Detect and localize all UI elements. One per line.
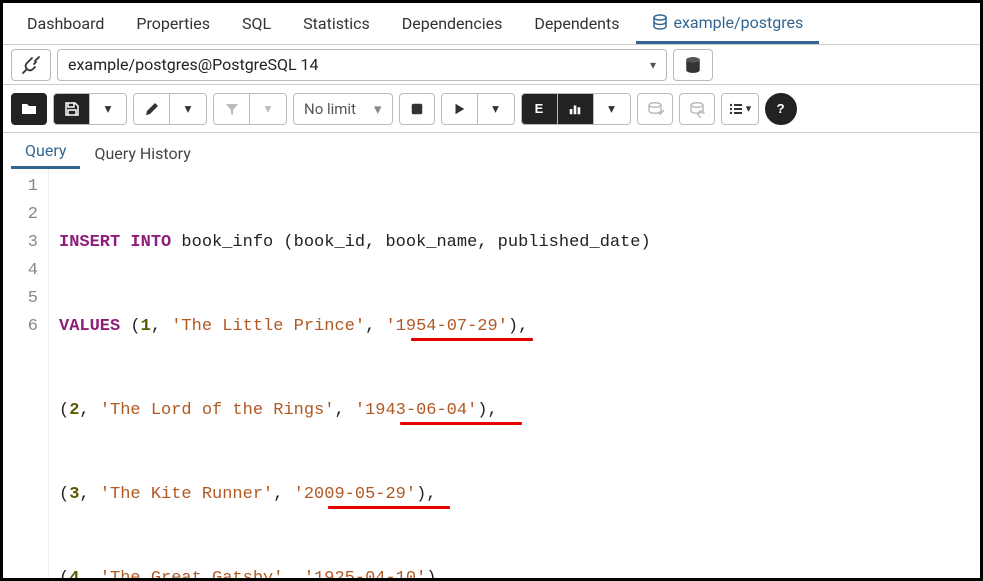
line-number: 1: [7, 173, 38, 201]
stop-icon: [410, 102, 424, 116]
code-line: VALUES (1, 'The Little Prince', '1954-07…: [59, 313, 651, 341]
connection-select[interactable]: example/postgres@PostgreSQL 14 ▾: [57, 49, 667, 81]
save-dropdown[interactable]: ▾: [90, 94, 126, 124]
execute-dropdown[interactable]: ▾: [478, 94, 514, 124]
explain-button[interactable]: E: [522, 94, 558, 124]
tab-query-tool-label: example/postgres: [674, 13, 804, 32]
line-gutter: 1 2 3 4 5 6: [3, 169, 49, 581]
macro-group: ▾: [721, 93, 759, 125]
database-icon: [684, 56, 702, 74]
bar-chart-icon: [568, 102, 582, 116]
plug-icon: [21, 55, 41, 75]
help-icon: ?: [776, 101, 784, 116]
play-icon: [452, 102, 466, 116]
edit-button[interactable]: [134, 94, 170, 124]
explain-dropdown[interactable]: ▾: [594, 94, 630, 124]
rollback-button[interactable]: [679, 93, 715, 125]
filter-icon: [224, 101, 240, 117]
chevron-down-icon: ▾: [746, 102, 752, 115]
top-tabs: Dashboard Properties SQL Statistics Depe…: [3, 3, 980, 45]
code-line: (3, 'The Kite Runner', '2009-05-29'),: [59, 481, 651, 509]
query-tabs: Query Query History: [3, 133, 980, 169]
commit-button[interactable]: [637, 93, 673, 125]
line-number: 2: [7, 201, 38, 229]
save-group: ▾: [53, 93, 127, 125]
connection-bar: example/postgres@PostgreSQL 14 ▾: [3, 45, 980, 85]
chevron-down-icon: ▾: [374, 100, 382, 118]
tab-dependents[interactable]: Dependents: [518, 3, 635, 44]
annotation-underline: [411, 338, 533, 341]
save-icon: [64, 101, 80, 117]
tab-dependencies[interactable]: Dependencies: [386, 3, 519, 44]
help-button[interactable]: ?: [765, 93, 797, 125]
annotation-underline: [328, 506, 450, 509]
stop-button[interactable]: [399, 93, 435, 125]
tab-sql[interactable]: SQL: [226, 3, 287, 44]
line-number: 4: [7, 257, 38, 285]
limit-select[interactable]: No limit ▾: [293, 93, 393, 125]
connection-status-button[interactable]: [11, 49, 51, 81]
tab-query-tool[interactable]: example/postgres: [636, 3, 820, 44]
code-line: INSERT INTO book_info (book_id, book_nam…: [59, 229, 651, 257]
tab-query[interactable]: Query: [11, 135, 80, 169]
sql-editor[interactable]: 1 2 3 4 5 6 INSERT INTO book_info (book_…: [3, 169, 980, 581]
line-number: 6: [7, 313, 38, 341]
explain-group: E ▾: [521, 93, 631, 125]
tab-dashboard[interactable]: Dashboard: [11, 3, 120, 44]
edit-dropdown[interactable]: ▾: [170, 94, 206, 124]
connection-label: example/postgres@PostgreSQL 14: [68, 55, 319, 74]
chevron-down-icon: ▾: [650, 58, 656, 72]
limit-label: No limit: [304, 100, 356, 118]
list-icon: [728, 101, 744, 117]
save-button[interactable]: [54, 94, 90, 124]
filter-group: ▾: [213, 93, 287, 125]
toolbar: ▾ ▾ ▾ No limit ▾: [3, 85, 980, 133]
database-icon: [652, 14, 668, 30]
filter-dropdown[interactable]: ▾: [250, 94, 286, 124]
open-file-button[interactable]: [11, 93, 47, 125]
letter-e-icon: E: [535, 101, 544, 116]
folder-icon: [21, 101, 37, 117]
chevron-down-icon: ▾: [105, 101, 112, 117]
app-frame: Dashboard Properties SQL Statistics Depe…: [0, 0, 983, 581]
chevron-down-icon: ▾: [265, 101, 272, 117]
chevron-down-icon: ▾: [492, 101, 499, 117]
execute-group: ▾: [441, 93, 515, 125]
line-number: 3: [7, 229, 38, 257]
annotation-underline: [400, 422, 522, 425]
code-line: (4, 'The Great Gatsby', '1925-04-10'),: [59, 565, 651, 581]
tab-statistics[interactable]: Statistics: [287, 3, 386, 44]
tab-properties[interactable]: Properties: [120, 3, 226, 44]
line-number: 5: [7, 285, 38, 313]
chevron-down-icon: ▾: [608, 101, 615, 117]
code-area[interactable]: INSERT INTO book_info (book_id, book_nam…: [49, 169, 661, 581]
server-button[interactable]: [673, 49, 713, 81]
rollback-icon: [688, 100, 706, 118]
execute-button[interactable]: [442, 94, 478, 124]
tab-query-history[interactable]: Query History: [80, 138, 204, 169]
edit-group: ▾: [133, 93, 207, 125]
explain-analyze-button[interactable]: [558, 94, 594, 124]
macro-button[interactable]: ▾: [722, 94, 758, 124]
code-line: (2, 'The Lord of the Rings', '1943-06-04…: [59, 397, 651, 425]
filter-button[interactable]: [214, 94, 250, 124]
pencil-icon: [144, 101, 160, 117]
chevron-down-icon: ▾: [185, 101, 192, 117]
commit-icon: [646, 100, 664, 118]
